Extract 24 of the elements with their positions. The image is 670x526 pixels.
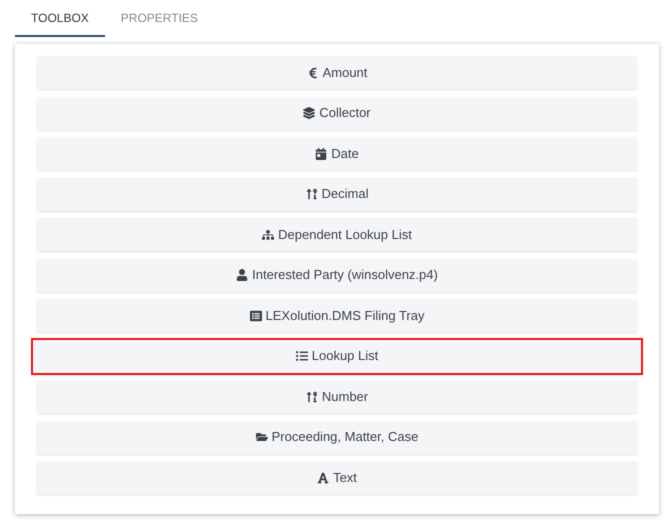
toolbox-item[interactable]: LEXolution.DMS Filing Tray: [37, 299, 637, 332]
toolbox-item[interactable]: Number: [37, 380, 637, 413]
hierarchy-icon: [262, 228, 274, 240]
toolbox-item[interactable]: Proceeding, Matter, Case: [37, 420, 637, 454]
layers-icon: [303, 107, 316, 119]
folder-icon: [256, 431, 268, 443]
list-icon: [250, 310, 262, 322]
toolbox-item[interactable]: Date: [37, 137, 637, 170]
tab[interactable]: TOOLBOX: [15, 0, 105, 37]
toolbox-item[interactable]: Interested Party (winsolvenz.p4): [37, 258, 637, 292]
user-icon: [236, 269, 248, 281]
numeric-sort-icon: [306, 188, 318, 200]
numeric-sort-icon: [306, 390, 318, 402]
toolbox-item[interactable]: Amount: [37, 56, 637, 89]
letter-icon: [317, 472, 330, 484]
calendar-icon: [315, 148, 328, 160]
toolbox-item[interactable]: Collector: [37, 96, 637, 130]
toolbox-item[interactable]: Text: [37, 461, 637, 494]
bulleted-list-icon: [296, 350, 308, 362]
tab[interactable]: PROPERTIES: [104, 0, 214, 37]
toolbox-item[interactable]: Lookup List: [31, 338, 643, 374]
toolbox-item[interactable]: Dependent Lookup List: [37, 218, 637, 251]
toolbox-item[interactable]: Decimal: [37, 178, 637, 210]
euro-icon: [306, 66, 319, 78]
